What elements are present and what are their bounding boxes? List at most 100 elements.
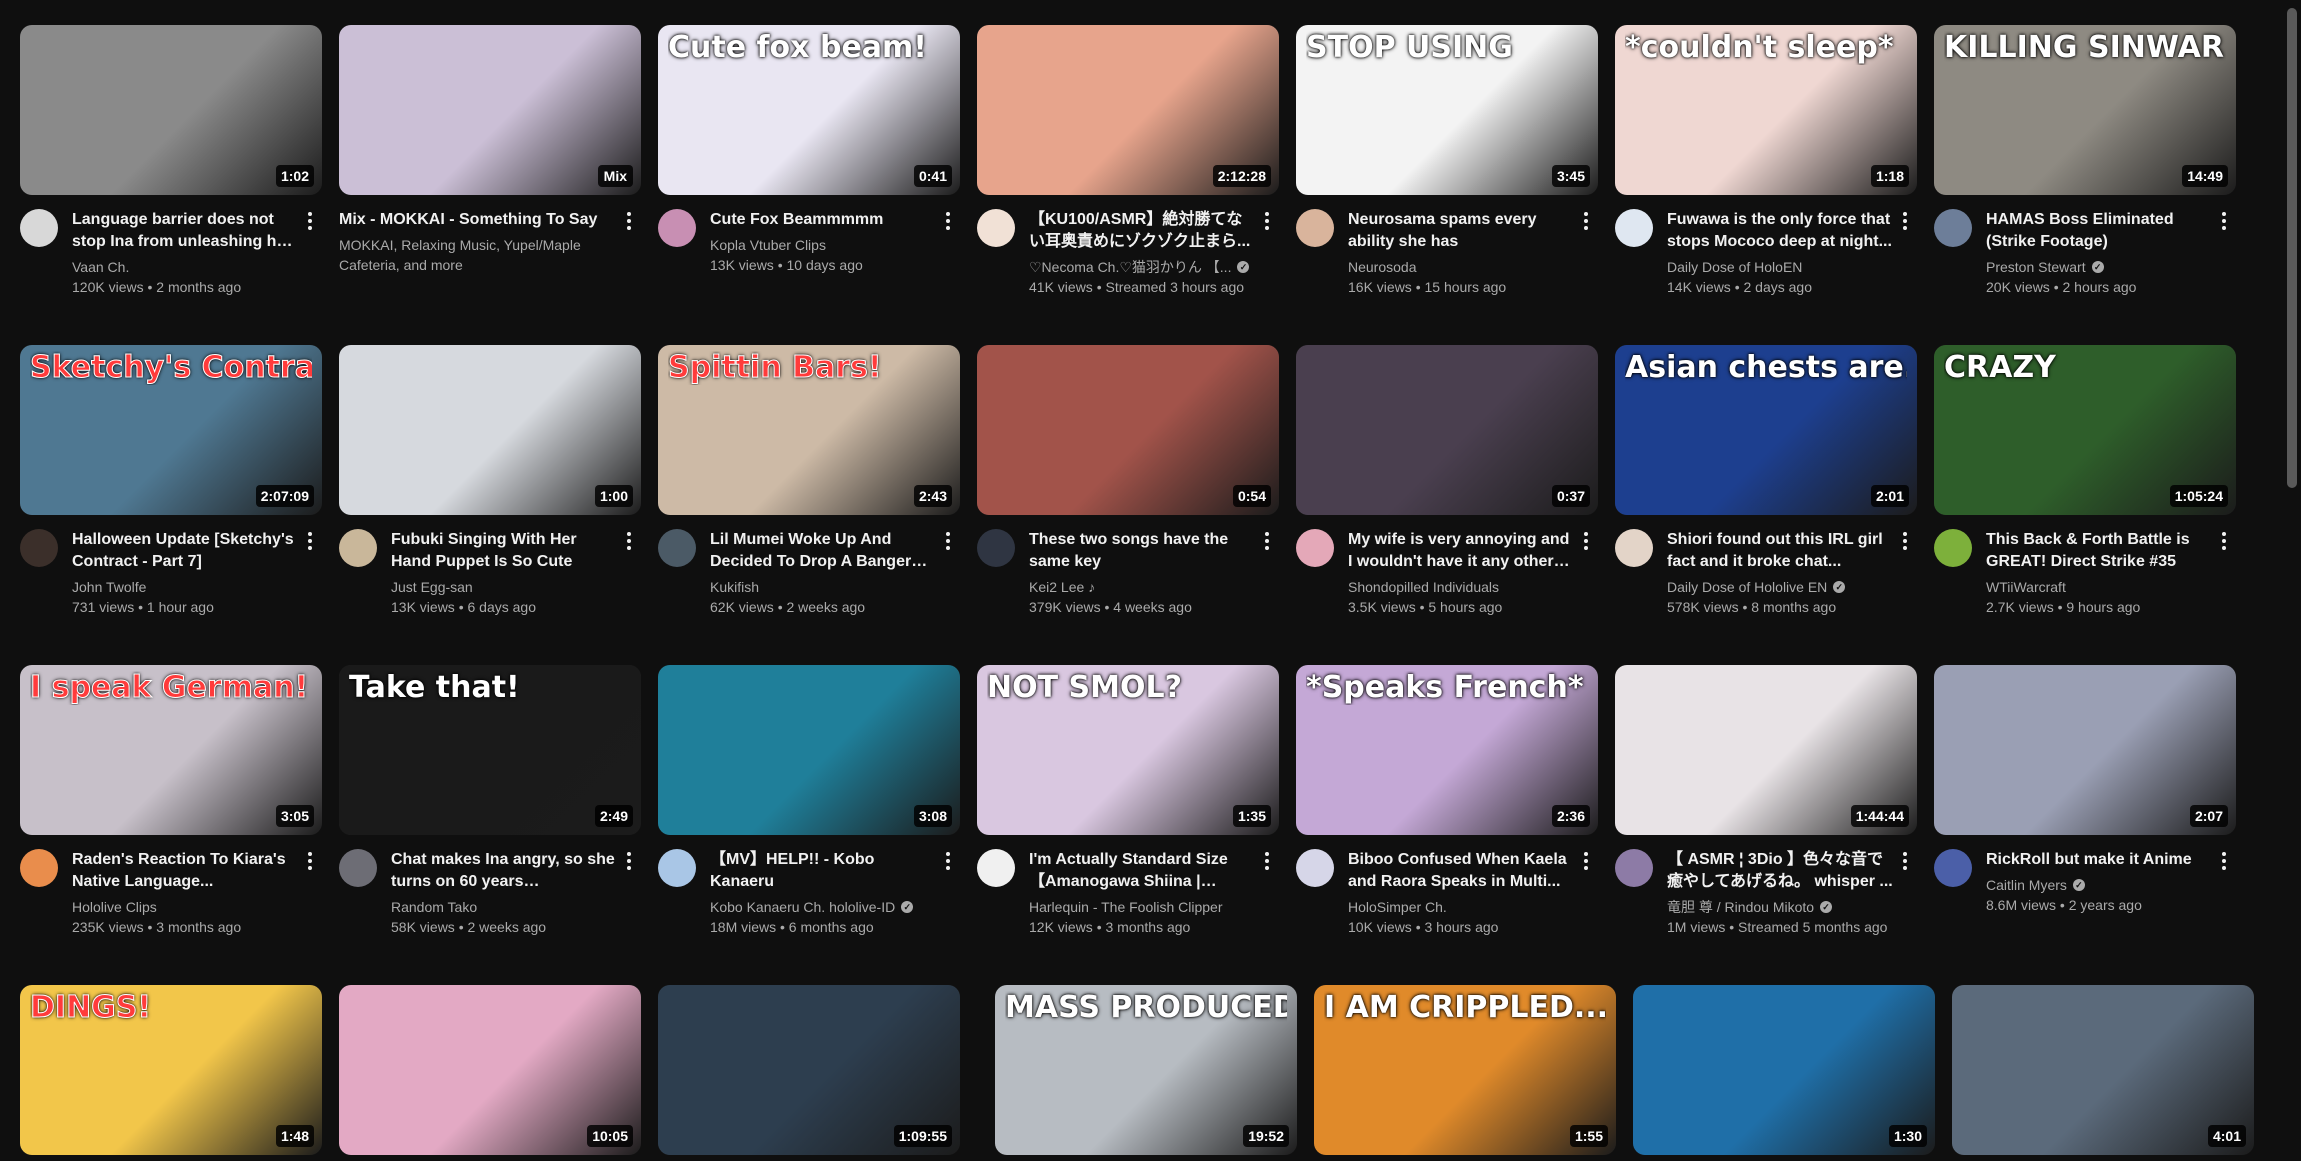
channel-name-text[interactable]: Neurosoda [1348, 257, 1417, 277]
video-card[interactable]: KILLING SINWAR 14:49 HAMAS Boss Eliminated… [1934, 25, 2236, 297]
channel-avatar[interactable] [1934, 849, 1972, 887]
channel-name-text[interactable]: Kukifish [710, 577, 759, 597]
video-title[interactable]: HAMAS Boss Eliminated (Strike Footage) [1986, 209, 2214, 253]
video-card[interactable]: NOT SMOL? 1:35 I'm Actually Standard Size … [977, 665, 1279, 937]
more-actions-icon[interactable] [1255, 849, 1279, 873]
channel-avatar[interactable] [1615, 849, 1653, 887]
more-actions-icon[interactable] [617, 209, 641, 233]
video-title[interactable]: Mix - MOKKAI - Something To Say [339, 209, 619, 231]
channel-avatar[interactable] [20, 209, 58, 247]
video-title[interactable]: Chat makes Ina angry, so she turns on 60… [391, 849, 619, 893]
video-thumbnail[interactable]: 1:30 [1633, 985, 1935, 1155]
more-actions-icon[interactable] [1893, 849, 1917, 873]
more-actions-icon[interactable] [1574, 849, 1598, 873]
video-thumbnail[interactable]: 3:08 [658, 665, 960, 835]
video-card[interactable]: 1:09:55 [658, 985, 960, 1155]
channel-name-text[interactable]: Daily Dose of HoloEN [1667, 257, 1802, 277]
video-thumbnail[interactable]: *couldn't sleep* 1:18 [1615, 25, 1917, 195]
video-card[interactable]: *couldn't sleep* 1:18 Fuwawa is the only f… [1615, 25, 1917, 297]
video-card[interactable]: 2:12:28 【KU100/ASMR】絶対勝てない耳奥責めにゾクゾク止まら...… [977, 25, 1279, 297]
video-thumbnail[interactable]: KILLING SINWAR 14:49 [1934, 25, 2236, 195]
channel-name[interactable]: ♡Necoma Ch.♡猫羽かりん 【... ✓ [1029, 257, 1257, 277]
video-thumbnail[interactable]: 1:09:55 [658, 985, 960, 1155]
video-thumbnail[interactable]: 0:54 [977, 345, 1279, 515]
video-card[interactable]: Sketchy's Contract 2:07:09 Halloween Updat… [20, 345, 322, 617]
channel-avatar[interactable] [1296, 209, 1334, 247]
video-title[interactable]: Lil Mumei Woke Up And Decided To Drop A … [710, 529, 938, 573]
channel-name-text[interactable]: Shondopilled Individuals [1348, 577, 1499, 597]
video-title[interactable]: This Back & Forth Battle is GREAT! Direc… [1986, 529, 2214, 573]
video-title[interactable]: Shiori found out this IRL girl fact and … [1667, 529, 1895, 573]
channel-name[interactable]: Just Egg-san [391, 577, 619, 597]
video-title[interactable]: Biboo Confused When Kaela and Raora Spea… [1348, 849, 1576, 893]
channel-avatar[interactable] [1296, 849, 1334, 887]
channel-name-text[interactable]: HoloSimper Ch. [1348, 897, 1447, 917]
video-title[interactable]: 【MV】HELP!! - Kobo Kanaeru [710, 849, 938, 893]
video-title[interactable]: 【KU100/ASMR】絶対勝てない耳奥責めにゾクゾク止まら... [1029, 209, 1257, 253]
channel-name[interactable]: Kei2 Lee ♪ [1029, 577, 1257, 597]
video-thumbnail[interactable]: Cute fox beam! 0:41 [658, 25, 960, 195]
more-actions-icon[interactable] [2212, 849, 2236, 873]
video-card[interactable]: 3:08 【MV】HELP!! - Kobo Kanaeru Kobo Kanaer… [658, 665, 960, 937]
more-actions-icon[interactable] [617, 529, 641, 553]
channel-name[interactable]: Random Tako [391, 897, 619, 917]
more-actions-icon[interactable] [1255, 529, 1279, 553]
video-card[interactable]: CRAZY 1:05:24 This Back & Forth Battle is … [1934, 345, 2236, 617]
video-thumbnail[interactable]: MASS PRODUCED MINI NUKE SUBS 19:52 [995, 985, 1297, 1155]
channel-avatar[interactable] [20, 849, 58, 887]
channel-name[interactable]: John Twolfe [72, 577, 300, 597]
scrollbar-thumb[interactable] [2287, 8, 2297, 488]
channel-avatar[interactable] [977, 849, 1015, 887]
video-thumbnail[interactable]: Mix [339, 25, 641, 195]
channel-name-text[interactable]: 竜胆 尊 / Rindou Mikoto [1667, 897, 1814, 917]
channel-name-text[interactable]: John Twolfe [72, 577, 146, 597]
video-card[interactable]: 1:02 Language barrier does not stop Ina f… [20, 25, 322, 297]
more-actions-icon[interactable] [1255, 209, 1279, 233]
channel-name-text[interactable]: Kei2 Lee ♪ [1029, 577, 1095, 597]
video-card[interactable]: Cute fox beam! 0:41 Cute Fox Beammmmm Kopla… [658, 25, 960, 275]
channel-name-text[interactable]: Kopla Vtuber Clips [710, 235, 826, 255]
video-card[interactable]: Asian chests are... 2:01 Shiori found out … [1615, 345, 1917, 617]
video-thumbnail[interactable]: Take that! 2:49 [339, 665, 641, 835]
video-thumbnail[interactable]: 2:07 [1934, 665, 2236, 835]
video-thumbnail[interactable]: *Speaks French* *Speaks ID* 2:36 [1296, 665, 1598, 835]
video-title[interactable]: Raden's Reaction To Kiara's Native Langu… [72, 849, 300, 893]
video-thumbnail[interactable]: CRAZY 1:05:24 [1934, 345, 2236, 515]
video-thumbnail[interactable]: 0:37 [1296, 345, 1598, 515]
video-thumbnail[interactable]: I speak German! 3:05 [20, 665, 322, 835]
channel-name[interactable]: Daily Dose of HoloEN [1667, 257, 1895, 277]
channel-name[interactable]: Kukifish [710, 577, 938, 597]
channel-avatar[interactable] [339, 849, 377, 887]
channel-name-text[interactable]: Just Egg-san [391, 577, 473, 597]
more-actions-icon[interactable] [936, 209, 960, 233]
video-title[interactable]: Language barrier does not stop Ina from … [72, 209, 300, 253]
video-thumbnail[interactable]: NOT SMOL? 1:35 [977, 665, 1279, 835]
more-actions-icon[interactable] [1893, 529, 1917, 553]
channel-avatar[interactable] [1615, 529, 1653, 567]
video-thumbnail[interactable]: 1:00 [339, 345, 641, 515]
channel-name-text[interactable]: Preston Stewart [1986, 257, 2086, 277]
video-thumbnail[interactable]: 2:12:28 [977, 25, 1279, 195]
channel-name[interactable]: HoloSimper Ch. [1348, 897, 1576, 917]
channel-name[interactable]: Caitlin Myers ✓ [1986, 875, 2214, 895]
video-title[interactable]: Neurosama spams every ability she has [1348, 209, 1576, 253]
video-thumbnail[interactable]: Sketchy's Contract 2:07:09 [20, 345, 322, 515]
channel-avatar[interactable] [977, 209, 1015, 247]
channel-name-text[interactable]: Hololive Clips [72, 897, 157, 917]
video-title[interactable]: RickRoll but make it Anime [1986, 849, 2214, 871]
channel-name[interactable]: Neurosoda [1348, 257, 1576, 277]
channel-avatar[interactable] [658, 209, 696, 247]
video-thumbnail[interactable]: 1:44:44 [1615, 665, 1917, 835]
channel-name-text[interactable]: Random Tako [391, 897, 477, 917]
video-thumbnail[interactable]: 4:01 [1952, 985, 2254, 1155]
more-actions-icon[interactable] [1574, 209, 1598, 233]
video-title[interactable]: Fuwawa is the only force that stops Moco… [1667, 209, 1895, 253]
video-thumbnail[interactable]: 1:02 [20, 25, 322, 195]
channel-avatar[interactable] [339, 529, 377, 567]
more-actions-icon[interactable] [2212, 209, 2236, 233]
scrollbar[interactable] [2283, 0, 2301, 1161]
channel-avatar[interactable] [658, 529, 696, 567]
channel-avatar[interactable] [1934, 529, 1972, 567]
video-thumbnail[interactable]: Asian chests are... 2:01 [1615, 345, 1917, 515]
video-title[interactable]: 【 ASMR ¦ 3Dio 】色々な音で癒やしてあげるね。 whisper ..… [1667, 849, 1895, 893]
